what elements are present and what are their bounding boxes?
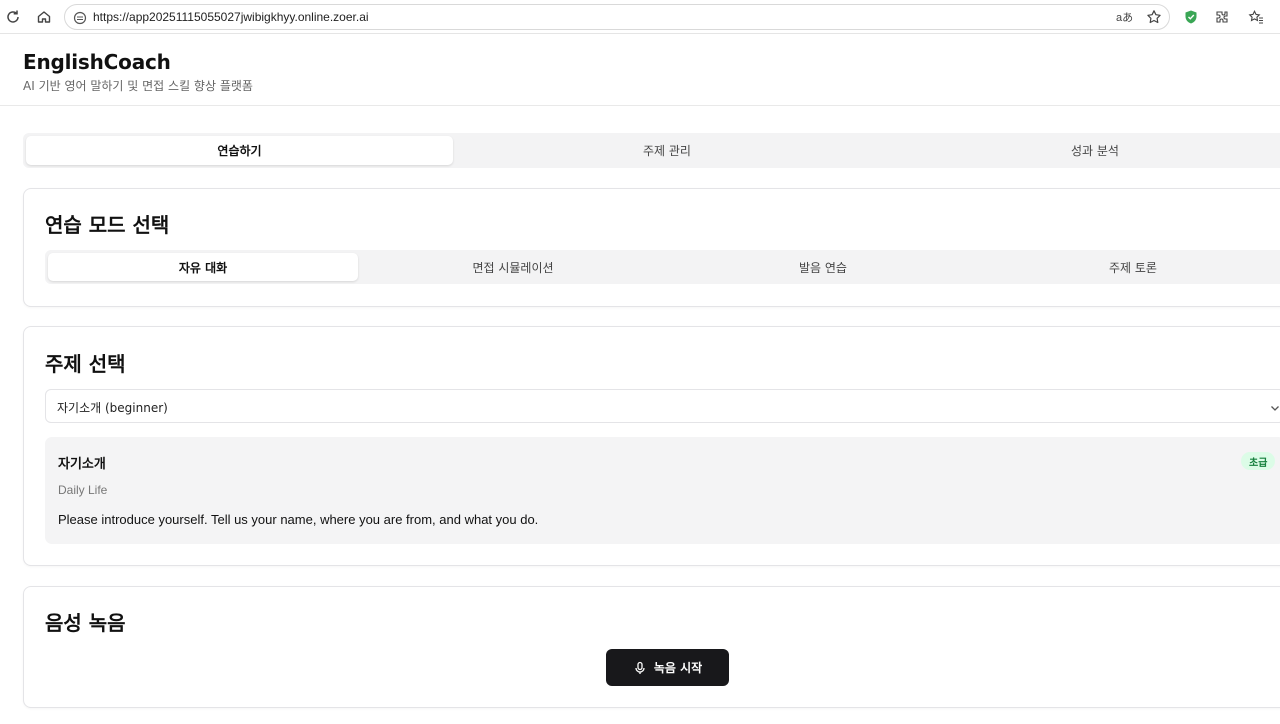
extensions-icon[interactable] bbox=[1212, 7, 1232, 27]
topic-selection-title: 주제 선택 bbox=[45, 352, 126, 376]
tab-performance-analysis[interactable]: 성과 분석 bbox=[881, 136, 1280, 165]
level-badge: 초급 bbox=[1241, 452, 1276, 470]
home-icon[interactable] bbox=[34, 7, 54, 27]
tab-free-conversation[interactable]: 자유 대화 bbox=[48, 253, 358, 281]
topic-select[interactable]: 자기소개 (beginner) bbox=[45, 389, 1280, 423]
recording-card: 음성 녹음 녹음 시작 bbox=[23, 586, 1280, 708]
site-info-icon[interactable] bbox=[73, 10, 87, 25]
tab-pronunciation-practice[interactable]: 발음 연습 bbox=[668, 253, 978, 281]
practice-mode-card: 연습 모드 선택 자유 대화 면접 시뮬레이션 발음 연습 주제 토론 bbox=[23, 188, 1280, 307]
tab-interview-simulation[interactable]: 면접 시뮬레이션 bbox=[358, 253, 668, 281]
favorites-icon[interactable] bbox=[1246, 7, 1266, 27]
app-subtitle: AI 기반 영어 말하기 및 면접 스킬 향상 플랫폼 bbox=[23, 79, 253, 93]
mode-tabs: 자유 대화 면접 시뮬레이션 발음 연습 주제 토론 bbox=[45, 250, 1280, 284]
address-bar[interactable]: https://app20251115055027jwibigkhyy.onli… bbox=[64, 4, 1170, 30]
url-text: https://app20251115055027jwibigkhyy.onli… bbox=[93, 10, 369, 24]
tab-practice[interactable]: 연습하기 bbox=[26, 136, 453, 165]
main-tabs: 연습하기 주제 관리 성과 분석 bbox=[23, 133, 1280, 168]
shield-icon[interactable] bbox=[1181, 7, 1201, 27]
topic-select-value: 자기소개 (beginner) bbox=[57, 401, 168, 415]
start-recording-button[interactable]: 녹음 시작 bbox=[606, 649, 729, 686]
app-title: EnglishCoach bbox=[23, 50, 171, 74]
microphone-icon bbox=[635, 661, 645, 674]
tab-topic-discussion[interactable]: 주제 토론 bbox=[978, 253, 1280, 281]
browser-toolbar: https://app20251115055027jwibigkhyy.onli… bbox=[0, 0, 1280, 34]
practice-mode-title: 연습 모드 선택 bbox=[45, 213, 170, 237]
topic-detail: 자기소개 초급 Daily Life Please introduce your… bbox=[45, 437, 1280, 544]
topic-category: Daily Life bbox=[58, 483, 108, 497]
topic-selection-card: 주제 선택 자기소개 (beginner) 자기소개 초급 Daily Life… bbox=[23, 326, 1280, 566]
star-icon[interactable] bbox=[1144, 7, 1164, 27]
recording-title: 음성 녹음 bbox=[45, 611, 126, 635]
reload-icon[interactable] bbox=[3, 7, 23, 27]
app-header: EnglishCoach AI 기반 영어 말하기 및 면접 스킬 향상 플랫폼 bbox=[0, 34, 1280, 106]
tab-topic-management[interactable]: 주제 관리 bbox=[453, 136, 881, 165]
start-recording-label: 녹음 시작 bbox=[653, 661, 703, 675]
chevron-down-icon bbox=[1268, 400, 1280, 414]
topic-name: 자기소개 bbox=[58, 457, 106, 472]
translate-icon[interactable]: aあ bbox=[1116, 9, 1133, 25]
topic-prompt: Please introduce yourself. Tell us your … bbox=[58, 512, 539, 527]
